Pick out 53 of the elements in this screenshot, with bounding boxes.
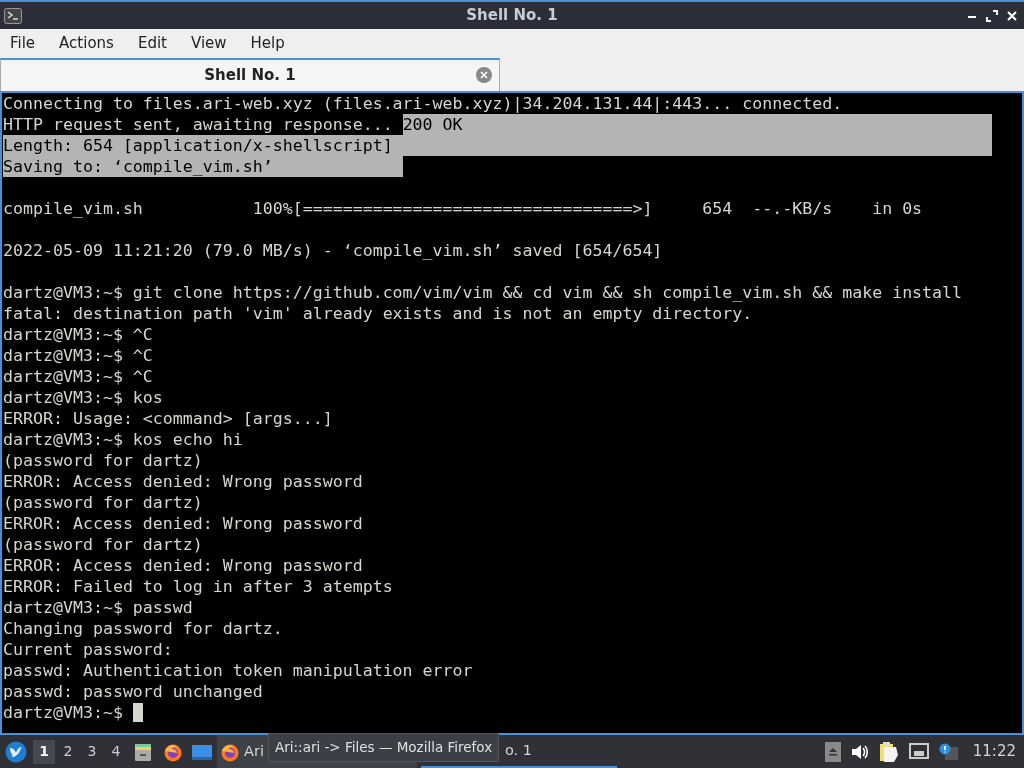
terminal-line: (password for dartz) bbox=[3, 492, 203, 513]
menu-item[interactable]: Help bbox=[250, 32, 285, 55]
selected-text: Length: 654 [application/x-shellscript] bbox=[3, 135, 993, 156]
terminal-line: passwd: password unchanged bbox=[3, 681, 263, 702]
terminal-line: dartz@VM3:~$ ^C bbox=[3, 345, 153, 366]
tooltip: Ari::ari -> Files — Mozilla Firefox bbox=[268, 733, 500, 762]
terminal-line: passwd: Authentication token manipulation error bbox=[3, 660, 473, 681]
terminal-line: fatal: destination path 'vim' already exists and is not an empty directory. bbox=[3, 303, 753, 324]
window-title: Shell No. 1 bbox=[466, 6, 558, 25]
tab[interactable]: Shell No. 1 bbox=[0, 58, 500, 91]
terminal-line: dartz@VM3:~$ ^C bbox=[3, 366, 153, 387]
start-menu-icon[interactable] bbox=[5, 740, 27, 763]
desktop-button[interactable]: 2 bbox=[57, 739, 79, 764]
close-icon[interactable] bbox=[1006, 9, 1018, 22]
terminal-line: Changing password for dartz. bbox=[3, 618, 283, 639]
terminal-line: Connecting to files.ari-web.xyz (files.ari-web.xyz)|34.204.131.44|:443... connected. bbox=[3, 93, 843, 114]
desktop-button[interactable]: 4 bbox=[105, 739, 127, 764]
maximize-icon[interactable] bbox=[986, 9, 998, 22]
selected-text: Saving to: ‘compile_vim.sh’ bbox=[3, 156, 403, 177]
terminal-line: ERROR: Access denied: Wrong password bbox=[3, 555, 363, 576]
terminal-line: 2022-05-09 11:21:20 (79.0 MB/s) - ‘compile_vim.sh’ saved [654/654] bbox=[3, 240, 663, 261]
desktop-button[interactable]: 1 bbox=[33, 739, 55, 764]
clipboard-icon[interactable] bbox=[878, 740, 899, 763]
menu-item[interactable]: View bbox=[190, 32, 227, 55]
terminal-line: Current password: bbox=[3, 639, 173, 660]
notification-icon[interactable] bbox=[938, 742, 959, 761]
close-tab-icon[interactable] bbox=[476, 67, 492, 83]
terminal-line: dartz@VM3:~$ bbox=[3, 702, 124, 723]
clock[interactable]: 11:22 bbox=[972, 740, 1016, 763]
menu-item[interactable]: File bbox=[10, 32, 36, 55]
terminal-line: dartz@VM3:~$ ^C bbox=[3, 324, 153, 345]
terminal-line: ERROR: Access denied: Wrong password bbox=[3, 513, 363, 534]
terminal-line: ERROR: Access denied: Wrong password bbox=[3, 471, 363, 492]
terminal-line: ERROR: Failed to log in after 3 atempts bbox=[3, 576, 393, 597]
eject-icon[interactable] bbox=[824, 741, 841, 762]
terminal-line: HTTP request sent, awaiting response... bbox=[3, 114, 394, 135]
selected-text: 200 OK bbox=[402, 114, 993, 135]
menu-item[interactable]: Edit bbox=[137, 32, 167, 55]
desktop-button[interactable]: 3 bbox=[81, 739, 103, 764]
terminal-icon bbox=[4, 7, 22, 24]
menu-item[interactable]: Actions bbox=[59, 32, 114, 55]
terminal-line: dartz@VM3:~$ kos echo hi bbox=[3, 429, 243, 450]
file-cabinet-icon[interactable] bbox=[133, 741, 153, 762]
terminal-line: dartz@VM3:~$ git clone https://github.com/vim/vim && cd vim && sh compile_vim.sh && make install bbox=[3, 282, 963, 303]
terminal-line: dartz@VM3:~$ passwd bbox=[3, 597, 193, 618]
window-icon[interactable] bbox=[191, 742, 213, 761]
terminal-line: (password for dartz) bbox=[3, 534, 203, 555]
terminal-line: compile_vim.sh 100%[=================================>] 654 --.-KB/s in 0s bbox=[3, 198, 923, 219]
terminal-line: (password for dartz) bbox=[3, 450, 203, 471]
terminal-line: dartz@VM3:~$ kos bbox=[3, 387, 163, 408]
terminal-line: ERROR: Usage: <command> [args...] bbox=[3, 408, 333, 429]
network-icon[interactable] bbox=[908, 742, 929, 761]
volume-icon[interactable] bbox=[850, 743, 869, 760]
